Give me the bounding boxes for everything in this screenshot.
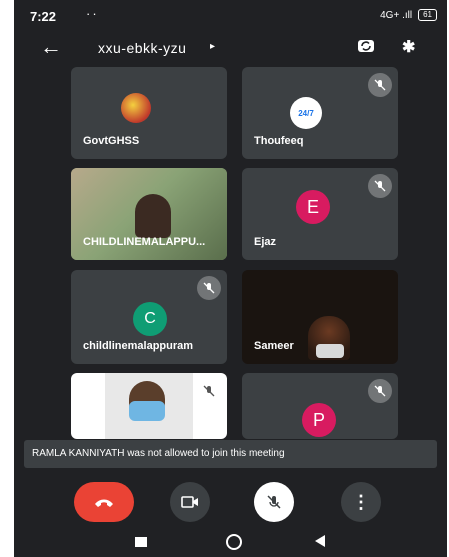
phone-screen: 7:22 ·· 4G+ .ıll 61 ← xxu-ebkk-yzu ▸ ✱ G… xyxy=(14,0,447,557)
switch-camera-icon[interactable] xyxy=(356,36,376,56)
avatar-247-label: 24/7 xyxy=(298,108,314,118)
recents-nav-icon[interactable] xyxy=(135,537,147,547)
participant-avatar-247: 24/7 xyxy=(290,97,322,129)
avatar-initial: E xyxy=(296,190,330,224)
battery-icon: 61 xyxy=(418,9,437,21)
mic-off-icon xyxy=(197,379,221,403)
participant-name: GovtGHSS xyxy=(83,135,140,147)
android-nav-bar xyxy=(14,528,447,557)
mic-toggle-button[interactable] xyxy=(254,482,294,522)
status-time: 7:22 xyxy=(30,9,57,24)
video-camera-icon xyxy=(181,496,198,508)
participant-tile-masked-video[interactable] xyxy=(71,373,227,439)
participant-name: CHILDLINEMALAPPU... xyxy=(83,236,206,248)
avatar-initial: P xyxy=(302,403,336,437)
phone-hangup-icon xyxy=(95,499,113,507)
mic-off-icon xyxy=(197,276,221,300)
meeting-details-caret-icon[interactable]: ▸ xyxy=(210,41,215,52)
signal-icon: 4G+ .ıll xyxy=(380,9,413,21)
end-call-button[interactable] xyxy=(74,482,134,522)
avatar-initial: C xyxy=(133,302,167,336)
participant-tile-childlinemalappuram[interactable]: C childlinemalappuram xyxy=(71,270,227,364)
participant-avatar-photo xyxy=(121,93,151,123)
join-denied-toast: RAMLA KANNIYATH was not allowed to join … xyxy=(24,440,437,468)
mic-off-icon xyxy=(368,379,392,403)
face-mask xyxy=(129,401,165,421)
home-nav-icon[interactable] xyxy=(226,534,242,550)
status-bar: 7:22 ·· 4G+ .ıll 61 xyxy=(14,0,447,30)
mic-off-icon xyxy=(368,174,392,198)
participant-name: Sameer xyxy=(254,340,294,352)
video-person xyxy=(135,194,171,238)
meeting-top-bar: ← xxu-ebkk-yzu ▸ ✱ xyxy=(14,36,447,62)
participant-tile-childline-video[interactable]: CHILDLINEMALAPPU... xyxy=(71,168,227,260)
bluetooth-audio-icon[interactable]: ✱ xyxy=(402,37,415,57)
back-arrow-icon[interactable]: ← xyxy=(40,36,62,58)
participant-name: Thoufeeq xyxy=(254,135,304,147)
participant-name: childlinemalappuram xyxy=(83,340,194,352)
meeting-code[interactable]: xxu-ebkk-yzu xyxy=(98,40,186,56)
participant-tile-p[interactable]: P xyxy=(242,373,398,439)
participant-tile-ejaz[interactable]: E Ejaz xyxy=(242,168,398,260)
mic-off-icon xyxy=(368,73,392,97)
status-notification-dots: ·· xyxy=(86,6,99,21)
more-vert-icon: ⋮ xyxy=(352,491,370,512)
back-nav-icon[interactable] xyxy=(315,535,325,547)
camera-toggle-button[interactable] xyxy=(170,482,210,522)
participant-tile-sameer[interactable]: Sameer xyxy=(242,270,398,364)
face-mask xyxy=(316,344,344,358)
more-options-button[interactable]: ⋮ xyxy=(341,482,381,522)
mic-off-icon xyxy=(267,495,281,509)
participant-tile-govtghss[interactable]: GovtGHSS xyxy=(71,67,227,159)
participant-tile-thoufeeq[interactable]: 24/7 Thoufeeq xyxy=(242,67,398,159)
participant-name: Ejaz xyxy=(254,236,277,248)
